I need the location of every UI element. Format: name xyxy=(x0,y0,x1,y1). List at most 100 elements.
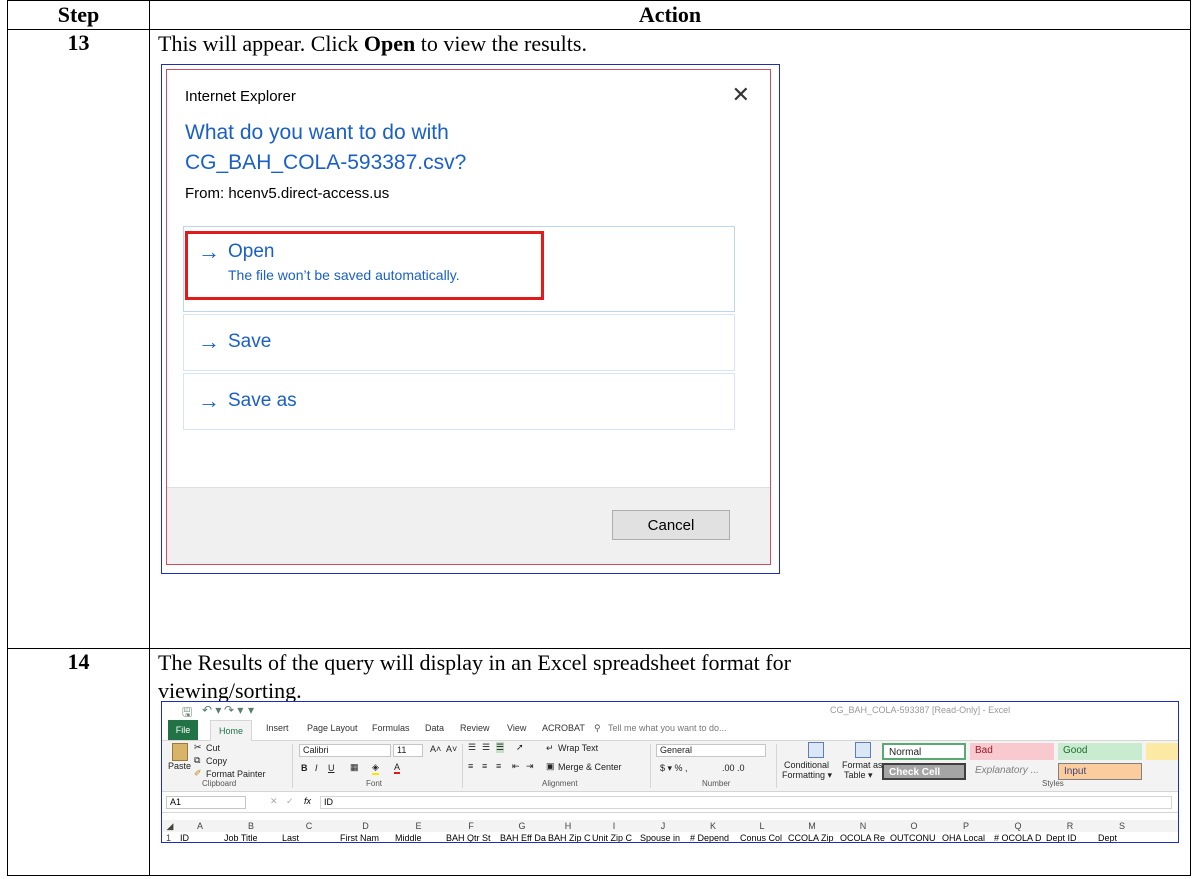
number-format-select[interactable]: General xyxy=(656,744,766,757)
wrap-text-button[interactable]: Wrap Text xyxy=(558,743,598,753)
open-option[interactable]: → Open The file won’t be saved automatic… xyxy=(183,226,735,312)
copy-button-label[interactable]: Copy xyxy=(206,756,227,766)
cell-s1[interactable]: Dept xyxy=(1098,832,1148,842)
cell-m1[interactable]: CCOLA Zip xyxy=(788,832,838,842)
cell-d1[interactable]: First Nam xyxy=(340,832,393,842)
conditional-formatting-line2[interactable]: Formatting ▾ xyxy=(782,770,832,781)
tell-me-search[interactable]: Tell me what you want to do... xyxy=(608,723,727,733)
column-header[interactable]: J xyxy=(638,820,688,832)
column-header[interactable]: Q xyxy=(992,820,1044,832)
style-bad[interactable]: Bad xyxy=(970,743,1054,760)
column-header[interactable]: C xyxy=(280,820,338,832)
tab-review[interactable]: Review xyxy=(460,723,490,733)
style-check-cell[interactable]: Check Cell xyxy=(882,763,966,780)
cell-n1[interactable]: OCOLA Re xyxy=(840,832,888,842)
tab-formulas[interactable]: Formulas xyxy=(372,723,410,733)
format-painter-label[interactable]: Format Painter xyxy=(206,769,266,779)
copy-icon[interactable]: ⧉ xyxy=(194,755,200,766)
column-header[interactable]: D xyxy=(338,820,393,832)
cell-e1[interactable]: Middle xyxy=(395,832,444,842)
orientation-icon[interactable]: ➚ xyxy=(516,742,524,753)
customize-qat-icon[interactable]: ▾ xyxy=(248,703,254,717)
align-middle-icon[interactable]: ☰ xyxy=(482,742,490,753)
close-icon[interactable]: ✕ xyxy=(732,82,750,108)
decrease-indent-icon[interactable]: ⇤ xyxy=(512,761,520,772)
column-header[interactable]: G xyxy=(498,820,546,832)
column-header[interactable]: N xyxy=(838,820,888,832)
align-right-icon[interactable]: ≡ xyxy=(496,761,501,771)
column-header[interactable]: S xyxy=(1096,820,1148,832)
format-as-table-line2[interactable]: Table ▾ xyxy=(844,770,873,781)
cut-icon[interactable]: ✂ xyxy=(194,742,202,753)
save-option[interactable]: → Save xyxy=(183,314,735,371)
cut-button-label[interactable]: Cut xyxy=(206,743,220,753)
formula-input[interactable]: ID xyxy=(320,796,1172,809)
fill-color-icon[interactable]: ◈ xyxy=(372,762,379,775)
cell-h1[interactable]: BAH Zip C xyxy=(548,832,590,842)
column-header[interactable]: L xyxy=(738,820,786,832)
format-as-table-line1[interactable]: Format as xyxy=(842,760,883,770)
wrap-text-icon[interactable]: ↵ xyxy=(546,743,554,754)
align-bottom-icon[interactable]: ☰ xyxy=(496,742,505,753)
style-neutral[interactable] xyxy=(1146,743,1178,760)
bold-button[interactable]: B xyxy=(301,763,308,773)
font-color-icon[interactable]: A xyxy=(394,762,401,774)
redo-icon[interactable]: ↷ ▾ xyxy=(224,703,243,717)
tab-data[interactable]: Data xyxy=(425,723,444,733)
style-explanatory[interactable]: Explanatory ... xyxy=(970,763,1054,780)
column-header[interactable]: K xyxy=(688,820,738,832)
cell-b1[interactable]: Job Title xyxy=(224,832,280,842)
insert-function-icon[interactable]: fx xyxy=(304,796,311,806)
underline-button[interactable]: U xyxy=(328,763,335,773)
column-header[interactable]: I xyxy=(590,820,638,832)
column-header[interactable]: E xyxy=(393,820,444,832)
tab-acrobat[interactable]: ACROBAT xyxy=(542,723,585,733)
row-number[interactable]: 1 xyxy=(166,832,178,842)
grow-font-button[interactable]: A˄ xyxy=(430,744,441,754)
font-name-select[interactable]: Calibri xyxy=(299,744,391,757)
save-as-option[interactable]: → Save as xyxy=(183,373,735,430)
cell-j1[interactable]: Spouse in xyxy=(640,832,688,842)
column-header[interactable]: F xyxy=(444,820,498,832)
align-left-icon[interactable]: ≡ xyxy=(468,761,473,771)
column-header[interactable]: H xyxy=(546,820,590,832)
tab-home[interactable]: Home xyxy=(210,720,253,741)
borders-icon[interactable]: ▦ xyxy=(350,762,359,773)
currency-percent-buttons[interactable]: $ ▾ % , xyxy=(660,763,688,774)
cell-r1[interactable]: Dept ID xyxy=(1046,832,1096,842)
name-box[interactable]: A1 xyxy=(166,796,246,809)
column-header[interactable]: A xyxy=(178,820,222,832)
paste-icon[interactable] xyxy=(172,743,188,761)
column-header[interactable]: O xyxy=(888,820,940,832)
conditional-formatting-icon[interactable] xyxy=(808,742,824,758)
tab-view[interactable]: View xyxy=(507,723,526,733)
tab-file[interactable]: File xyxy=(168,720,198,740)
cell-k1[interactable]: # Depend xyxy=(690,832,738,842)
align-center-icon[interactable]: ≡ xyxy=(482,761,487,771)
format-painter-icon[interactable]: ✐ xyxy=(194,768,202,779)
increase-indent-icon[interactable]: ⇥ xyxy=(526,761,534,772)
paste-button-label[interactable]: Paste xyxy=(168,761,191,771)
align-top-icon[interactable]: ☰ xyxy=(468,742,476,753)
column-header[interactable]: B xyxy=(222,820,280,832)
column-header[interactable]: M xyxy=(786,820,838,832)
cell-q1[interactable]: # OCOLA D xyxy=(994,832,1044,842)
cell-g1[interactable]: BAH Eff Da xyxy=(500,832,546,842)
tab-page-layout[interactable]: Page Layout xyxy=(307,723,358,733)
merge-center-button[interactable]: Merge & Center xyxy=(558,762,622,772)
cell-c1[interactable]: Last xyxy=(282,832,338,842)
conditional-formatting-line1[interactable]: Conditional xyxy=(784,760,829,770)
cell-a1[interactable]: ID xyxy=(180,832,222,842)
style-normal[interactable]: Normal xyxy=(882,743,966,760)
cell-f1[interactable]: BAH Qtr St xyxy=(446,832,498,842)
font-size-select[interactable]: 11 xyxy=(393,744,423,757)
cell-l1[interactable]: Conus Col xyxy=(740,832,786,842)
cell-o1[interactable]: OUTCONU xyxy=(890,832,940,842)
style-input[interactable]: Input xyxy=(1058,763,1142,780)
column-header[interactable]: P xyxy=(940,820,992,832)
decimal-buttons[interactable]: .00 .0 xyxy=(722,763,745,773)
select-all-corner[interactable]: ◢ xyxy=(162,820,178,832)
format-as-table-icon[interactable] xyxy=(855,742,871,758)
cell-p1[interactable]: OHA Local xyxy=(942,832,992,842)
merge-center-icon[interactable]: ▣ xyxy=(546,761,555,772)
